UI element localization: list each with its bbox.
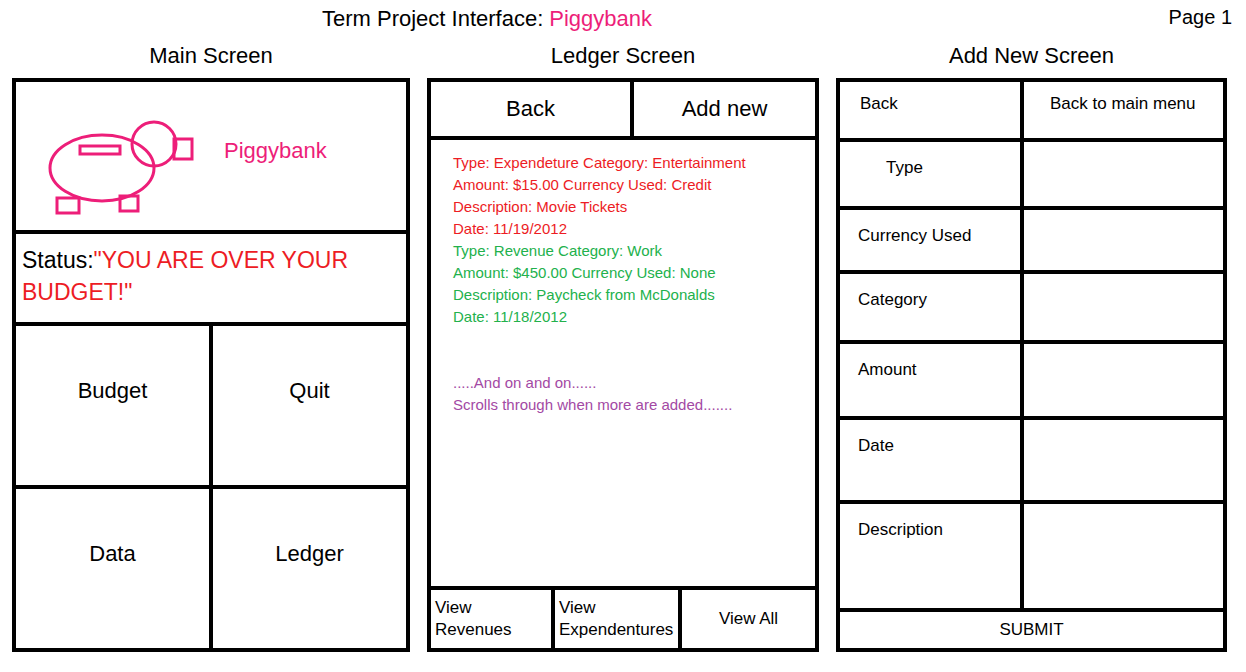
menu-grid: BudgetQuitDataLedger bbox=[16, 326, 406, 648]
field-input[interactable] bbox=[1024, 142, 1223, 206]
field-label: Type bbox=[840, 142, 1020, 206]
form-row: Amount bbox=[840, 344, 1223, 416]
form-row: Category bbox=[840, 274, 1223, 340]
filter-button[interactable]: View All bbox=[682, 590, 815, 648]
back-button[interactable]: Back bbox=[840, 82, 1020, 138]
field-label: Amount bbox=[840, 344, 1020, 416]
filter-button[interactable]: View Revenues bbox=[431, 590, 551, 648]
ledger-notes: .....And on and on......Scrolls through … bbox=[453, 372, 807, 416]
entry-line: Amount: $15.00 Currency Used: Credit bbox=[453, 174, 807, 196]
piggy-icon bbox=[16, 86, 216, 226]
top-bar: Term Project Interface:Piggybank Page 1 bbox=[0, 0, 1246, 42]
entry-line: Description: Paycheck from McDonalds bbox=[453, 284, 807, 306]
entry-line: Date: 11/18/2012 bbox=[453, 306, 807, 328]
menu-button[interactable]: Ledger bbox=[213, 489, 406, 648]
note-line: .....And on and on...... bbox=[453, 372, 807, 394]
entry-line: Date: 11/19/2012 bbox=[453, 218, 807, 240]
form-row: Date bbox=[840, 420, 1223, 500]
field-input[interactable] bbox=[1024, 274, 1223, 340]
field-label: Date bbox=[840, 420, 1020, 500]
ledger-screen: BackAdd new Type: Expendeture Category: E… bbox=[427, 78, 819, 652]
menu-button[interactable]: Data bbox=[16, 489, 209, 648]
filter-button[interactable]: View Expendentures bbox=[555, 590, 678, 648]
ledger-toolbar: BackAdd new bbox=[431, 82, 815, 136]
add-new-screen: BackBack to main menuTypeCurrency UsedCa… bbox=[836, 78, 1227, 652]
add-new-toolbar: BackBack to main menu bbox=[840, 82, 1223, 138]
main-menu-button[interactable]: Back to main menu bbox=[1024, 82, 1223, 138]
menu-button[interactable]: Budget bbox=[16, 326, 209, 485]
field-input[interactable] bbox=[1024, 504, 1223, 608]
add-new-button[interactable]: Add new bbox=[634, 82, 815, 136]
menu-button[interactable]: Quit bbox=[213, 326, 406, 485]
entry-line: Type: Expendeture Category: Entertainmen… bbox=[453, 152, 807, 174]
submit-button[interactable]: SUBMIT bbox=[840, 612, 1223, 648]
field-input[interactable] bbox=[1024, 420, 1223, 500]
ledger-entry[interactable]: Type: Revenue Category: WorkAmount: $450… bbox=[453, 240, 807, 328]
field-label: Currency Used bbox=[840, 210, 1020, 270]
form-row: Currency Used bbox=[840, 210, 1223, 270]
entry-line: Type: Revenue Category: Work bbox=[453, 240, 807, 262]
add-new-column: Add New ScreenBackBack to main menuTypeC… bbox=[836, 42, 1227, 652]
entry-line: Amount: $450.00 Currency Used: None bbox=[453, 262, 807, 284]
page: Term Project Interface:Piggybank Page 1 Ma… bbox=[0, 0, 1246, 672]
field-input[interactable] bbox=[1024, 344, 1223, 416]
page-number: Page 1 bbox=[1169, 6, 1232, 29]
ledger-entry[interactable]: Type: Expendeture Category: Entertainmen… bbox=[453, 152, 807, 240]
back-button[interactable]: Back bbox=[431, 82, 630, 136]
logo-text: Piggybank bbox=[224, 138, 327, 174]
field-input[interactable] bbox=[1024, 210, 1223, 270]
screen-heading: Add New Screen bbox=[836, 42, 1227, 78]
field-label: Description bbox=[840, 504, 1020, 608]
screens: Main Screen Piggybank Status:"YOU ARE OVER… bbox=[0, 42, 1246, 652]
entry-line: Description: Movie Tickets bbox=[453, 196, 807, 218]
screen-heading: Main Screen bbox=[12, 42, 410, 78]
main-screen-column: Main Screen Piggybank Status:"YOU ARE OVER… bbox=[12, 42, 410, 652]
logo-area: Piggybank bbox=[16, 82, 406, 230]
main-screen: Piggybank Status:"YOU ARE OVER YOUR BUDGE… bbox=[12, 78, 410, 652]
form-row: Type bbox=[840, 142, 1223, 206]
filter-bar: View RevenuesView ExpendenturesView All bbox=[431, 590, 815, 648]
form-row: Description bbox=[840, 504, 1223, 608]
ledger-list: Type: Expendeture Category: Entertainmen… bbox=[431, 140, 815, 586]
ledger-screen-column: Ledger Screen BackAdd new Type: Expendetur… bbox=[427, 42, 819, 652]
project-title: Term Project Interface:Piggybank bbox=[322, 6, 652, 32]
status: Status:"YOU ARE OVER YOUR BUDGET!" bbox=[16, 234, 406, 322]
note-line: Scrolls through when more are added.....… bbox=[453, 394, 807, 416]
screen-heading: Ledger Screen bbox=[427, 42, 819, 78]
field-label: Category bbox=[840, 274, 1020, 340]
